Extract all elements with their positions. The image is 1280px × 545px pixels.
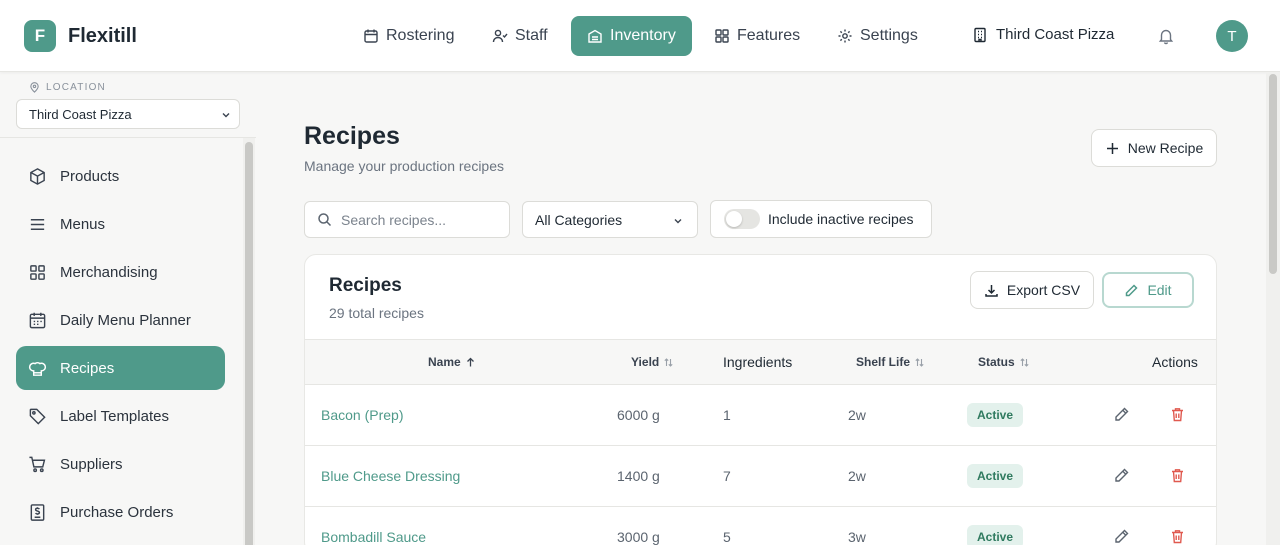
search-input[interactable] — [341, 211, 491, 228]
sort-icon — [664, 357, 673, 367]
sidebar-item-merchandising[interactable]: Merchandising — [16, 250, 225, 294]
page-title: Recipes — [304, 122, 400, 150]
location-label: LOCATION — [29, 82, 106, 93]
edit-pencil-icon[interactable] — [1113, 406, 1130, 423]
sort-icon — [915, 357, 924, 367]
cart-icon — [29, 456, 46, 472]
avatar[interactable]: T — [1216, 20, 1248, 52]
recipe-name-link[interactable]: Bombadill Sauce — [321, 529, 426, 545]
search-input-wrapper[interactable] — [304, 201, 510, 238]
sidebar-divider — [0, 137, 256, 138]
nav-settings[interactable]: Settings — [828, 16, 927, 56]
users-icon — [492, 29, 508, 43]
sort-ascending-icon — [466, 357, 474, 366]
menu-icon — [30, 218, 45, 230]
recipe-shelf-life: 3w — [848, 529, 866, 545]
app-logo[interactable]: F — [24, 20, 56, 52]
table-header: Name Yield Ingredients Shelf Life Status… — [305, 339, 1216, 385]
delete-trash-icon[interactable] — [1169, 467, 1186, 484]
sidebar-scrollbar[interactable] — [243, 138, 255, 545]
edit-pencil-icon[interactable] — [1113, 528, 1130, 545]
chevron-down-icon — [674, 219, 682, 224]
card-title: Recipes — [329, 275, 402, 296]
recipe-count: 29 total recipes — [329, 305, 424, 321]
page-subtitle: Manage your production recipes — [304, 158, 505, 174]
delete-trash-icon[interactable] — [1169, 406, 1186, 423]
status-badge: Active — [967, 525, 1024, 545]
chevron-down-icon — [222, 113, 230, 118]
inventory-icon — [588, 29, 602, 43]
map-pin-icon — [30, 82, 39, 93]
column-name[interactable]: Name — [428, 355, 476, 369]
grid-icon — [30, 264, 45, 280]
include-inactive-toggle[interactable]: Include inactive recipes — [710, 200, 932, 238]
sidebar-item-products[interactable]: Products — [16, 154, 225, 198]
recipe-shelf-life: 2w — [848, 407, 866, 423]
page-scroll-thumb[interactable] — [1269, 74, 1277, 274]
status-badge: Active — [967, 464, 1024, 488]
download-icon — [985, 284, 998, 297]
nav-rostering[interactable]: Rostering — [354, 16, 463, 56]
nav-inventory[interactable]: Inventory — [571, 16, 692, 56]
sidebar-item-daily-menu-planner[interactable]: Daily Menu Planner — [16, 298, 225, 342]
column-ingredients: Ingredients — [723, 354, 793, 370]
store-switcher[interactable]: Third Coast Pizza — [972, 26, 1114, 43]
nav-staff[interactable]: Staff — [483, 16, 557, 56]
category-select[interactable]: All Categories — [522, 201, 698, 238]
box-icon — [30, 167, 45, 185]
recipe-yield: 1400 g — [617, 468, 660, 484]
table-row[interactable]: Bacon (Prep) 6000 g 1 2w Active — [305, 385, 1216, 446]
app-name: Flexitill — [68, 25, 137, 47]
sidebar-item-recipes[interactable]: Recipes — [16, 346, 225, 390]
location-select[interactable]: Third Coast Pizza — [16, 99, 240, 129]
recipe-ingredients: 5 — [723, 529, 731, 545]
edit-button[interactable]: Edit — [1102, 272, 1194, 308]
new-recipe-button[interactable]: New Recipe — [1091, 129, 1217, 167]
chef-hat-icon — [28, 361, 47, 376]
toggle-switch[interactable] — [724, 209, 760, 229]
sidebar-scroll-thumb[interactable] — [245, 142, 253, 545]
column-status[interactable]: Status — [978, 355, 1030, 369]
tag-icon — [29, 408, 46, 425]
building-icon — [974, 27, 986, 42]
grid-icon — [715, 29, 729, 43]
recipe-yield: 6000 g — [617, 407, 660, 423]
sidebar-item-menus[interactable]: Menus — [16, 202, 225, 246]
page-scrollbar[interactable] — [1266, 72, 1280, 545]
table-row[interactable]: Bombadill Sauce 3000 g 5 3w Active — [305, 507, 1216, 545]
recipe-name-link[interactable]: Blue Cheese Dressing — [321, 468, 460, 484]
recipe-ingredients: 1 — [723, 407, 731, 423]
toggle-knob — [726, 211, 742, 227]
export-csv-button[interactable]: Export CSV — [970, 271, 1094, 309]
calendar-icon — [364, 29, 378, 43]
column-yield[interactable]: Yield — [631, 355, 674, 369]
receipt-icon — [30, 503, 45, 521]
recipe-name-link[interactable]: Bacon (Prep) — [321, 407, 403, 423]
status-badge: Active — [967, 403, 1024, 427]
pencil-icon — [1126, 283, 1138, 296]
plus-icon — [1106, 142, 1118, 154]
sidebar-item-suppliers[interactable]: Suppliers — [16, 442, 225, 486]
recipe-ingredients: 7 — [723, 468, 731, 484]
recipe-yield: 3000 g — [617, 529, 660, 545]
top-bar: F Flexitill Rostering Staff Inventory Fe… — [0, 0, 1280, 72]
search-icon — [318, 213, 332, 227]
calendar-icon — [29, 312, 46, 328]
column-shelf-life[interactable]: Shelf Life — [856, 355, 925, 369]
column-actions: Actions — [1152, 354, 1198, 370]
recipe-shelf-life: 2w — [848, 468, 866, 484]
sort-icon — [1020, 357, 1029, 367]
table-row[interactable]: Blue Cheese Dressing 1400 g 7 2w Active — [305, 446, 1216, 507]
delete-trash-icon[interactable] — [1169, 528, 1186, 545]
edit-pencil-icon[interactable] — [1113, 467, 1130, 484]
bell-icon[interactable] — [1157, 27, 1175, 45]
sidebar-item-label-templates[interactable]: Label Templates — [16, 394, 225, 438]
gear-icon — [838, 29, 852, 43]
recipes-card: Recipes 29 total recipes Export CSV Edit… — [304, 254, 1217, 545]
sidebar-item-purchase-orders[interactable]: Purchase Orders — [16, 490, 225, 534]
nav-features[interactable]: Features — [705, 16, 809, 56]
